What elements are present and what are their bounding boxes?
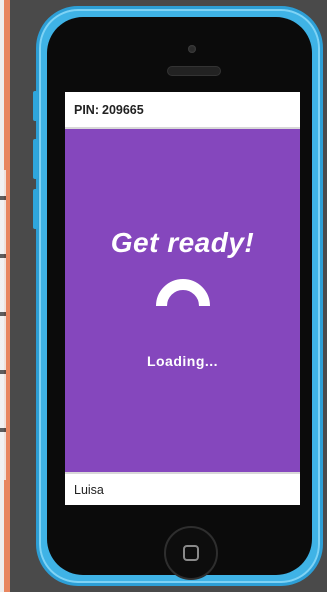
- phone-screen: PIN: 209665 Get ready! Loading... Luisa: [65, 92, 300, 505]
- loading-spinner-icon: [156, 279, 210, 306]
- mute-switch: [33, 91, 38, 121]
- volume-up-button: [33, 139, 38, 179]
- phone-face: PIN: 209665 Get ready! Loading... Luisa: [47, 17, 312, 580]
- front-camera-icon: [188, 45, 196, 53]
- background-pattern: [0, 170, 6, 480]
- player-name: Luisa: [74, 482, 104, 497]
- player-name-bar: Luisa: [65, 472, 300, 505]
- phone-frame: PIN: 209665 Get ready! Loading... Luisa: [33, 6, 323, 586]
- home-button-icon: [183, 545, 199, 561]
- pin-bar: PIN: 209665: [65, 92, 300, 129]
- volume-down-button: [33, 189, 38, 229]
- pin-value: 209665: [102, 102, 144, 117]
- home-button[interactable]: [164, 526, 218, 580]
- get-ready-title: Get ready!: [110, 227, 255, 258]
- game-stage: Get ready! Loading...: [65, 129, 300, 472]
- earpiece-speaker: [167, 66, 221, 76]
- background-edge: [0, 0, 10, 592]
- pin-label: PIN:: [74, 102, 99, 117]
- loading-status: Loading...: [146, 353, 219, 369]
